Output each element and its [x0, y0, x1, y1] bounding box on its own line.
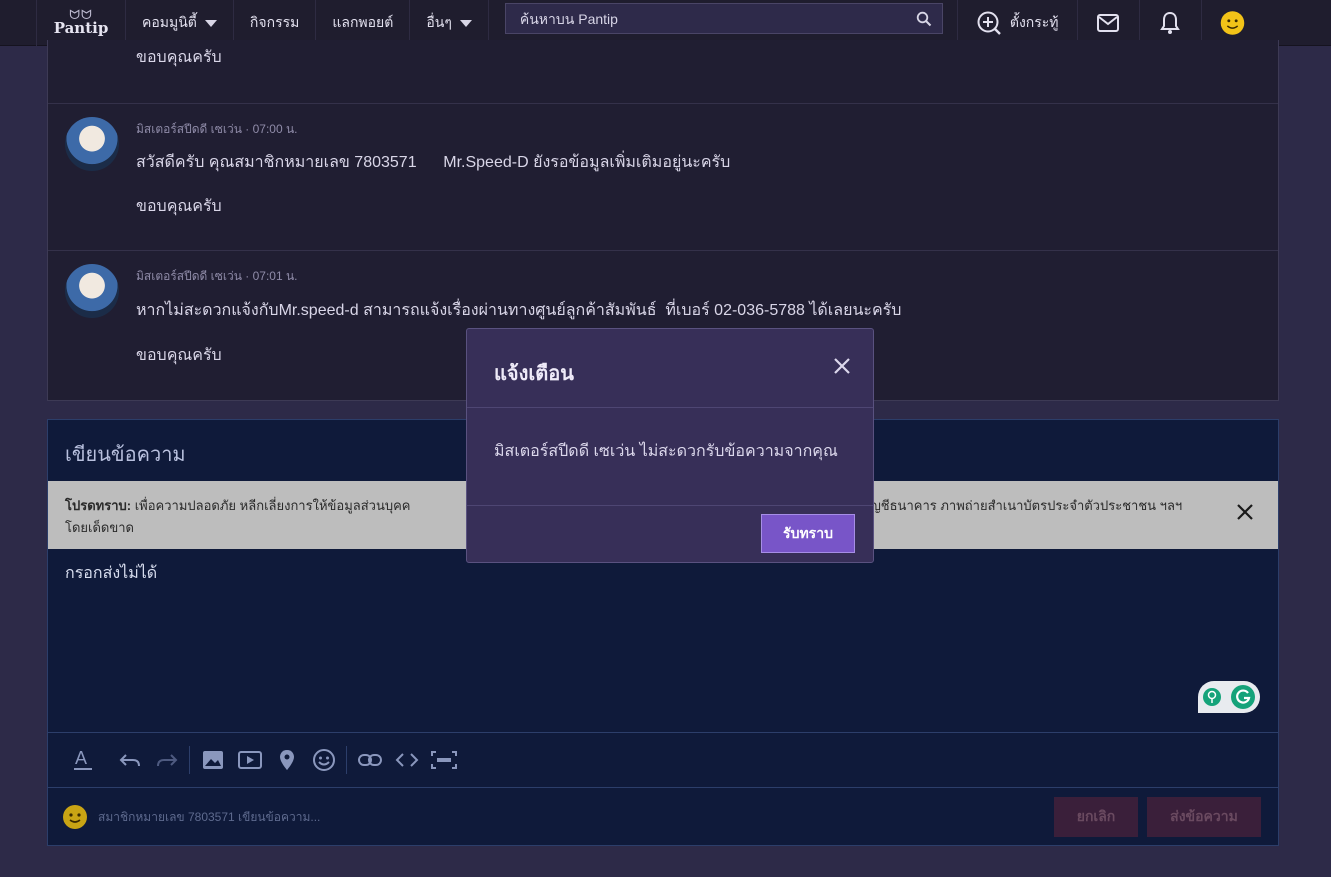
alert-dialog: แจ้งเตือน มิสเตอร์สปีดดี เซเว่น ไม่สะดวก… [466, 328, 874, 563]
dialog-divider [467, 407, 873, 408]
acknowledge-button[interactable]: รับทราบ [761, 514, 855, 553]
close-icon[interactable] [833, 357, 851, 375]
dialog-message: มิสเตอร์สปีดดี เซเว่น ไม่สะดวกรับข้อความ… [494, 443, 838, 460]
dialog-divider [467, 505, 873, 506]
dialog-title: แจ้งเตือน [494, 363, 574, 385]
